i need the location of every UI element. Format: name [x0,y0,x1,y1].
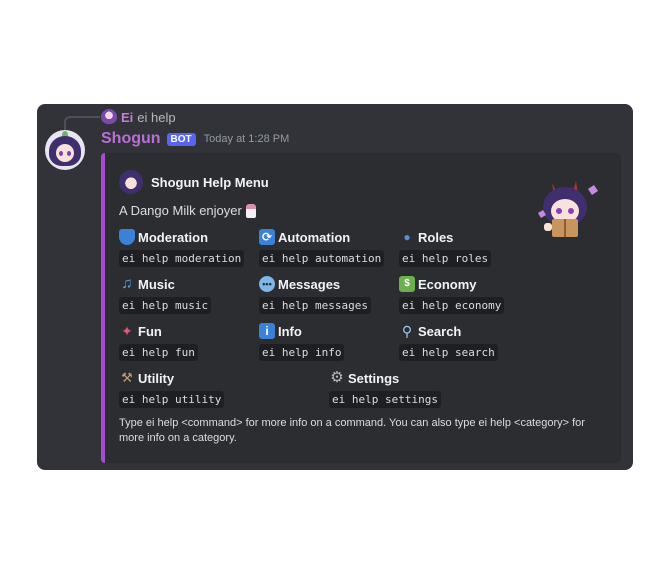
field-name-moderation: Moderation [138,229,209,245]
field-messages: ••• Messages ei help messages [259,275,371,314]
reply-reference[interactable]: Ei ei help [101,109,176,125]
field-name-roles: Roles [418,229,454,245]
embed-author: Shogun Help Menu [119,170,269,194]
reply-text[interactable]: ei help [137,110,175,125]
field-name-search: Search [418,323,462,339]
timestamp: Today at 1:28 PM [203,133,290,145]
field-name-fun: Fun [138,323,162,339]
field-info: i Info ei help info [259,322,345,361]
command-roles: ei help roles [399,250,492,267]
message-header: Shogun BOT Today at 1:28 PM [101,130,289,148]
party-popper-icon: ✦ [121,323,133,339]
bot-badge: BOT [166,132,196,146]
command-automation: ei help automation [259,250,385,267]
command-fun: ei help fun [119,344,198,361]
command-utility: ei help utility [119,391,225,408]
field-settings: ⚙ Settings ei help settings [329,369,441,408]
users-icon: ● [403,230,411,244]
command-messages: ei help messages [259,297,371,314]
field-roles: ● Roles ei help roles [399,228,492,267]
field-moderation: Moderation ei help moderation [119,228,245,267]
money-icon: $ [399,276,415,292]
field-economy: $ Economy ei help economy [399,275,505,314]
username[interactable]: Shogun [101,130,161,148]
field-name-messages: Messages [278,276,341,292]
embed-description: A Dango Milk enjoyer [119,203,256,218]
command-economy: ei help economy [399,297,505,314]
command-info: ei help info [259,344,345,361]
tools-icon: ⚒ [121,370,133,385]
dango-milk-icon [245,203,256,218]
reply-username[interactable]: Ei [121,110,133,125]
magnifier-icon: ⚲ [401,323,413,339]
command-settings: ei help settings [329,391,441,408]
music-note-icon: ♫ [121,275,133,292]
field-name-settings: Settings [348,370,400,386]
field-name-info: Info [278,323,302,339]
command-search: ei help search [399,344,498,361]
bot-avatar[interactable] [45,130,85,170]
field-fun: ✦ Fun ei help fun [119,322,198,361]
field-name-utility: Utility [138,370,175,386]
command-moderation: ei help moderation [119,250,245,267]
command-music: ei help music [119,297,212,314]
embed-author-name: Shogun Help Menu [151,174,269,190]
field-music: ♫ Music ei help music [119,275,212,314]
field-search: ⚲ Search ei help search [399,322,498,361]
field-name-music: Music [138,276,175,292]
field-name-automation: Automation [278,229,351,245]
description-text: A Dango Milk enjoyer [119,203,242,218]
help-embed: Shogun Help Menu A Dango Milk enjoyer Mo… [101,153,621,463]
field-name-economy: Economy [418,276,477,292]
speech-bubble-icon: ••• [259,276,275,292]
embed-footer-text: Type ei help <command> for more info on … [119,417,585,444]
author-avatar-icon [119,170,143,194]
chibi-thumbnail[interactable] [532,173,602,243]
shield-icon [119,229,135,245]
field-automation: ⟳ Automation ei help automation [259,228,385,267]
field-utility: ⚒ Utility ei help utility [119,369,225,408]
reply-avatar[interactable] [101,109,117,125]
repeat-icon: ⟳ [259,229,275,245]
gear-icon: ⚙ [330,369,344,386]
info-icon: i [259,323,275,339]
